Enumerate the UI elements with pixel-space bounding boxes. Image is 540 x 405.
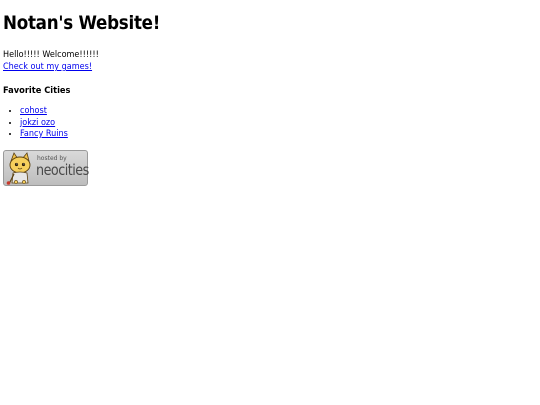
- greeting-text: Hello!!!!! Welcome!!!!!!: [3, 50, 99, 60]
- intro-block: Hello!!!!! Welcome!!!!!! Check out my ga…: [3, 49, 484, 73]
- favorite-cities-heading: Favorite Cities: [3, 86, 71, 96]
- neocities-badge[interactable]: hosted by neocities: [3, 149, 89, 186]
- neocities-cat-mascot-icon: [6, 151, 31, 185]
- city-link-jokzi-ozo[interactable]: jokzi ozo: [20, 118, 55, 128]
- badge-brand-text: neocities: [36, 160, 89, 179]
- city-link-cohost[interactable]: cohost: [20, 106, 47, 116]
- list-item: Fancy Ruins: [20, 129, 537, 141]
- city-link-fancy-ruins[interactable]: Fancy Ruins: [20, 129, 68, 139]
- games-link[interactable]: Check out my games!: [3, 62, 92, 72]
- page: Notan's Website! Hello!!!!! Welcome!!!!!…: [0, 0, 540, 405]
- page-title: Notan's Website!: [3, 12, 161, 34]
- list-item: jokzi ozo: [20, 118, 537, 130]
- list-item: cohost: [20, 106, 537, 118]
- favorite-cities-list: cohost jokzi ozo Fancy Ruins: [3, 106, 537, 141]
